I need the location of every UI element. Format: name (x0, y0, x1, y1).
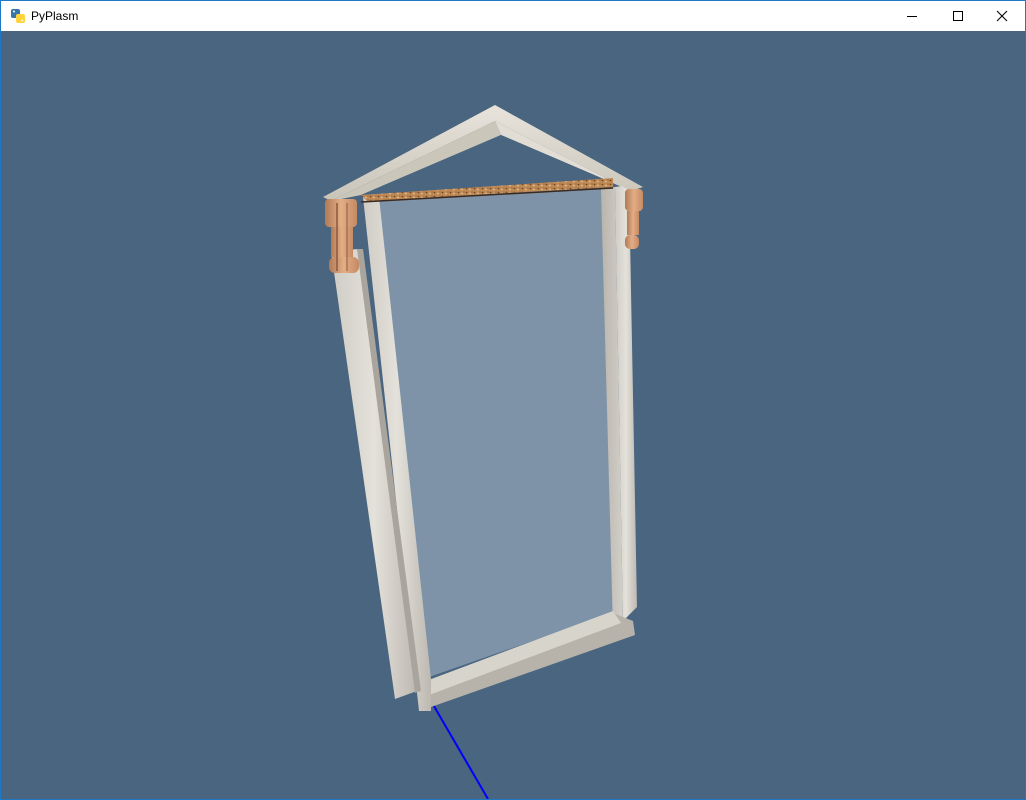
maximize-icon (953, 11, 963, 21)
minimize-icon (907, 11, 917, 21)
title-bar[interactable]: PyPlasm (1, 1, 1025, 31)
scene-canvas[interactable] (1, 31, 1025, 799)
minimize-button[interactable] (889, 1, 935, 31)
close-icon (996, 10, 1008, 22)
close-button[interactable] (979, 1, 1025, 31)
maximize-button[interactable] (935, 1, 981, 31)
python-icon (10, 8, 26, 24)
window-title: PyPlasm (31, 9, 79, 23)
app-window: PyPlasm (0, 0, 1026, 800)
3d-viewport[interactable] (1, 31, 1025, 799)
